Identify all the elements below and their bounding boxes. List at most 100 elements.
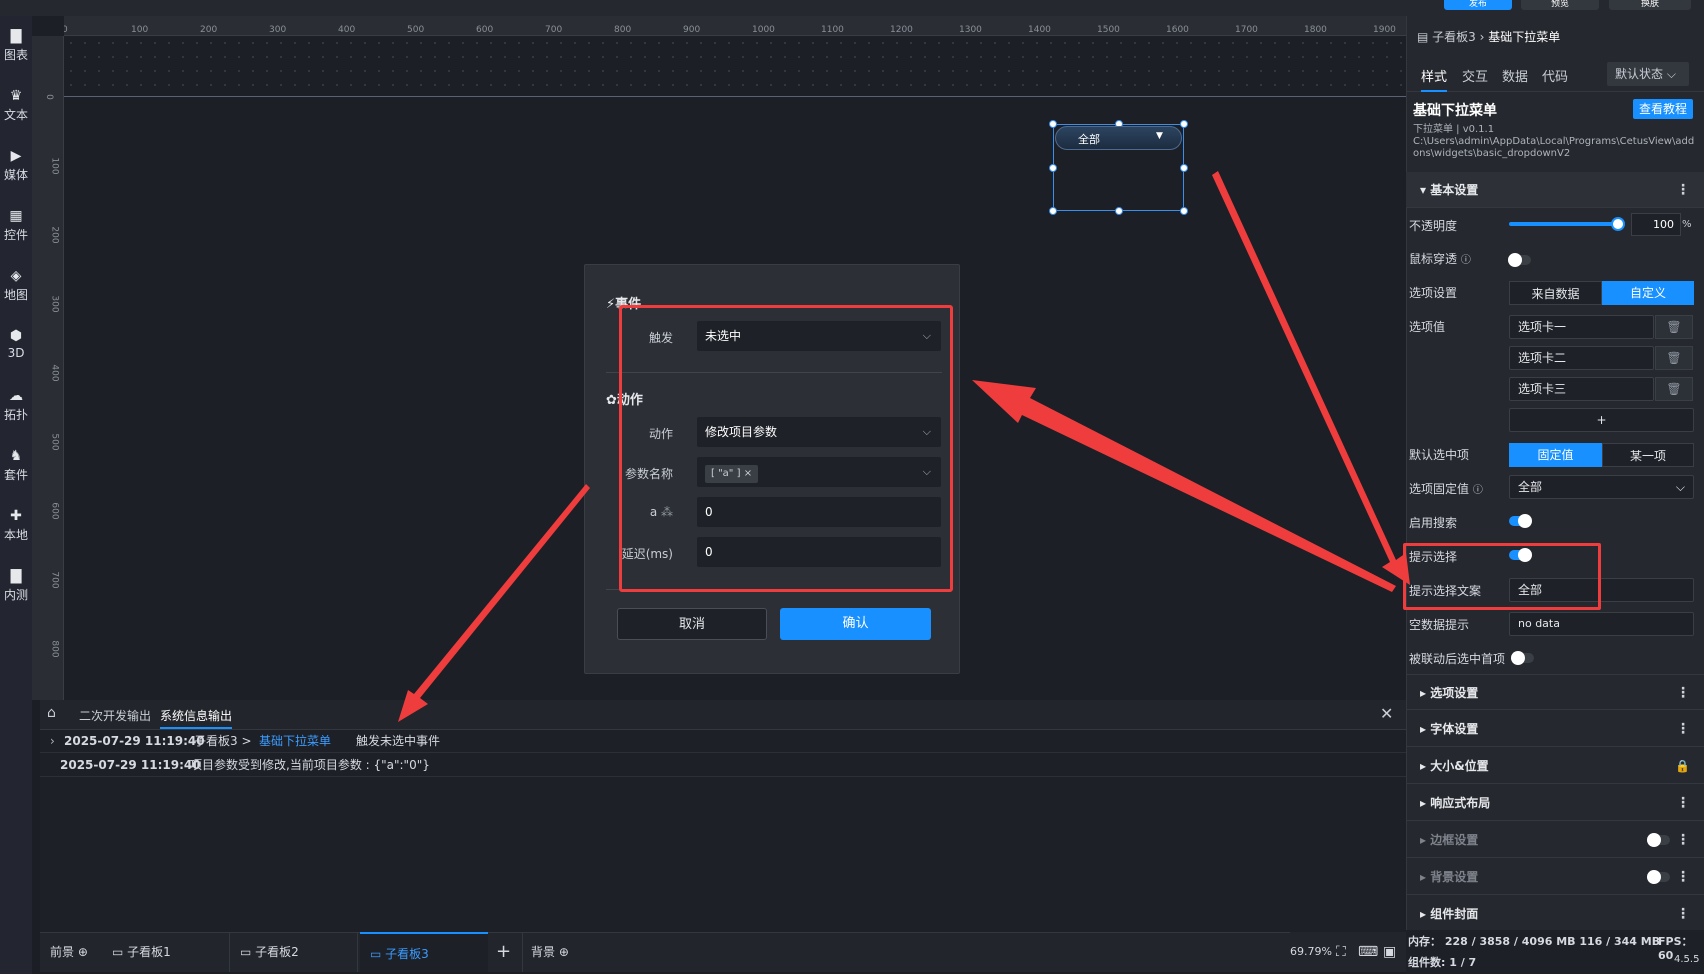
custom-segment[interactable]: 自定义 [1602, 281, 1694, 305]
widget-dropdown-label: 全部 [1078, 133, 1100, 146]
tool-text[interactable]: ♛ 文本 [0, 80, 32, 132]
fixed-value-segment[interactable]: 固定值 [1509, 443, 1602, 467]
help-icon[interactable]: ⓘ [1473, 485, 1483, 496]
tool-topology[interactable]: ☁ 拓扑 [0, 380, 32, 432]
more-icon[interactable]: ⋮ [1676, 675, 1690, 711]
section-options[interactable]: ▸ 选项设置 ⋮ [1406, 674, 1704, 710]
more-icon[interactable]: ⋮ [1676, 859, 1690, 895]
tool-cube[interactable]: ⬢ 3D [0, 320, 32, 372]
cancel-button[interactable]: 取消 [617, 608, 767, 640]
fixed-option-select[interactable]: 全部 ⌵ [1509, 475, 1694, 499]
zoom-level[interactable]: 69.79% [1290, 932, 1332, 972]
ruler-x-label: 400 [338, 25, 356, 35]
linked-first-toggle[interactable] [1511, 651, 1534, 665]
empty-hint-input[interactable]: no data [1509, 612, 1694, 636]
section-basic-settings[interactable]: ▾ 基本设置 ⋮ [1406, 172, 1704, 208]
from-data-segment[interactable]: 来自数据 [1509, 281, 1602, 305]
ruler-x-label: 1500 [1097, 25, 1120, 35]
tab-data[interactable]: 数据 [1502, 66, 1528, 85]
resize-handle[interactable] [1115, 207, 1123, 215]
resize-handle[interactable] [1049, 207, 1057, 215]
resize-handle[interactable] [1180, 164, 1188, 172]
tab-dev-output[interactable]: 二次开发输出 [79, 707, 151, 724]
ruler-x-label: 500 [407, 25, 425, 35]
ruler-left: 0 100 200 300 400 500 600 700 800 [32, 36, 64, 700]
tool-kit[interactable]: ♞ 套件 [0, 440, 32, 492]
chevron-right-icon[interactable]: › [50, 729, 55, 753]
broom-icon[interactable]: ⌂ [47, 705, 56, 721]
tab-foreground[interactable]: 前景 ⊕ [50, 932, 88, 972]
resize-handle[interactable] [1049, 120, 1057, 128]
more-icon[interactable]: ⋮ [1676, 785, 1690, 821]
publish-button[interactable]: 发布 [1444, 0, 1512, 10]
trash-icon[interactable]: 🗑 [1655, 315, 1693, 339]
opacity-slider[interactable] [1509, 217, 1625, 231]
section-cover[interactable]: ▸ 组件封面 ⋮ [1406, 896, 1704, 932]
background-toggle[interactable] [1647, 870, 1670, 884]
tab-board1[interactable]: ▭ 子看板1 [112, 932, 230, 972]
resize-handle[interactable] [1180, 120, 1188, 128]
log-link[interactable]: 基础下拉菜单 [259, 729, 331, 753]
option-input[interactable]: 选项卡一 [1509, 315, 1654, 339]
help-icon[interactable]: ⓘ [1461, 255, 1471, 266]
tab-board3[interactable]: ▭ 子看板3 [360, 932, 488, 972]
option-input[interactable]: 选项卡三 [1509, 377, 1654, 401]
mouse-through-label: 鼠标穿透 ⓘ [1409, 252, 1471, 266]
tool-bar-chart[interactable]: ▇ 图表 [0, 20, 32, 72]
tool-controls[interactable]: ▦ 控件 [0, 200, 32, 252]
option-input[interactable]: 选项卡二 [1509, 346, 1654, 370]
terminal-icon[interactable]: ▣ [1383, 932, 1396, 972]
opacity-input[interactable]: 100 [1631, 213, 1681, 236]
enable-search-toggle[interactable] [1509, 514, 1532, 528]
more-icon[interactable]: ⋮ [1676, 896, 1690, 932]
border-toggle[interactable] [1647, 833, 1670, 847]
tutorial-button[interactable]: 查看教程 [1633, 99, 1693, 119]
state-select[interactable]: 默认状态 ⌵ [1607, 62, 1689, 86]
trash-icon[interactable]: 🗑 [1655, 346, 1693, 370]
more-icon[interactable]: ⋮ [1676, 822, 1690, 858]
mouse-through-toggle[interactable] [1508, 253, 1531, 267]
tab-background[interactable]: 背景 ⊕ [522, 932, 569, 972]
resize-handle[interactable] [1049, 164, 1057, 172]
section-font[interactable]: ▸ 字体设置 ⋮ [1406, 711, 1704, 747]
tool-beta[interactable]: ▇ 内测 [0, 560, 32, 612]
section-responsive[interactable]: ▸ 响应式布局 ⋮ [1406, 785, 1704, 821]
some-item-segment[interactable]: 某一项 [1602, 443, 1694, 467]
fit-screen-icon[interactable]: ⛶ [1336, 932, 1346, 972]
section-border[interactable]: ▸ 边框设置 ⋮ [1406, 822, 1704, 858]
close-icon[interactable]: ✕ [1380, 704, 1393, 723]
tab-board2[interactable]: ▭ 子看板2 [240, 932, 358, 972]
preview-button[interactable]: 预览 [1521, 0, 1599, 10]
tool-puzzle[interactable]: ✚ 本地 [0, 500, 32, 552]
add-circle-icon[interactable]: ⊕ [78, 945, 88, 959]
section-size-position[interactable]: ▸ 大小&位置 🔒 [1406, 748, 1704, 784]
add-tab-button[interactable]: + [496, 932, 511, 972]
tab-code[interactable]: 代码 [1542, 66, 1568, 85]
default-selected-label: 默认选中项 [1409, 448, 1470, 462]
theme-button[interactable]: 换肤 [1609, 0, 1691, 10]
widget-dropdown-preview[interactable]: 全部 ▼ [1055, 126, 1182, 150]
more-icon[interactable]: ⋮ [1676, 711, 1690, 747]
tab-style[interactable]: 样式 [1421, 66, 1448, 92]
trash-icon[interactable]: 🗑 [1655, 377, 1693, 401]
more-icon[interactable]: ⋮ [1676, 172, 1690, 208]
keyboard-icon[interactable]: ⌨ [1358, 932, 1378, 972]
tool-media[interactable]: ▶ 媒体 [0, 140, 32, 192]
tab-system-output[interactable]: 系统信息输出 [160, 707, 233, 729]
cube-icon: ⬢ [9, 328, 23, 344]
theme-label: 换肤 [1640, 0, 1659, 9]
tool-map[interactable]: ◈ 地图 [0, 260, 32, 312]
ruler-x-label: 300 [269, 25, 287, 35]
confirm-button[interactable]: 确认 [780, 608, 931, 640]
lock-icon[interactable]: 🔒 [1675, 748, 1690, 784]
section-background[interactable]: ▸ 背景设置 ⋮ [1406, 859, 1704, 895]
add-circle-icon[interactable]: ⊕ [559, 945, 569, 959]
resize-handle[interactable] [1180, 207, 1188, 215]
ruler-x-label: 1200 [890, 25, 913, 35]
widget-path: C:\Users\admin\AppData\Local\Programs\Ce… [1413, 136, 1695, 159]
slider-handle[interactable] [1611, 217, 1625, 231]
add-option-button[interactable]: + [1509, 408, 1694, 432]
tool-label: 文本 [3, 108, 28, 122]
tab-interaction[interactable]: 交互 [1462, 66, 1488, 85]
breadcrumb-parent[interactable]: 子看板3 [1432, 30, 1476, 44]
